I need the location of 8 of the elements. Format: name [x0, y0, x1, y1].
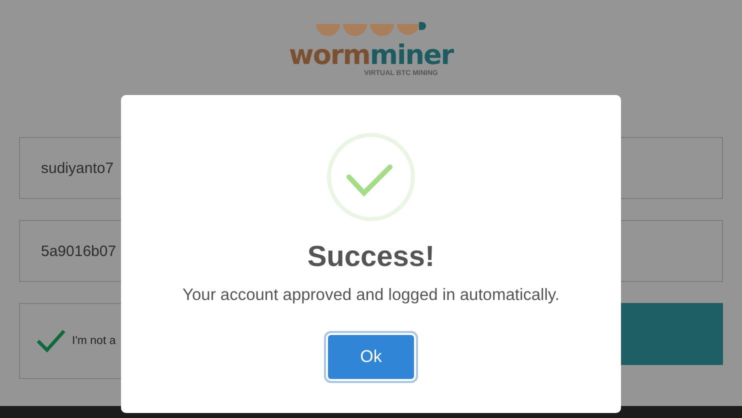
captcha-label: I'm not a [72, 335, 116, 347]
success-icon [327, 133, 415, 221]
dialog-title: Success! [307, 241, 435, 274]
logo-text: worm [288, 42, 370, 70]
dialog-message: Your account approved and logged in automatically. [182, 286, 560, 305]
logo-text: miner [370, 42, 454, 70]
ok-button[interactable]: Ok [328, 335, 414, 379]
check-icon[interactable] [36, 329, 66, 353]
